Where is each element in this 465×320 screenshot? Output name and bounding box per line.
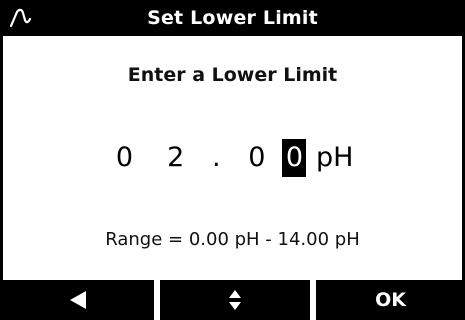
softkey-bar: OK xyxy=(0,280,465,320)
ok-softkey[interactable]: OK xyxy=(316,280,465,320)
decimal-point: . xyxy=(211,142,221,173)
left-arrow-icon xyxy=(70,291,86,309)
digit-2[interactable]: 0 xyxy=(244,139,270,177)
prompt-text: Enter a Lower Limit xyxy=(127,64,338,86)
digit-0[interactable]: 0 xyxy=(111,139,137,177)
range-text: Range = 0.00 pH - 14.00 pH xyxy=(105,229,360,250)
title-bar: Set Lower Limit xyxy=(0,0,465,36)
digit-3-selected[interactable]: 0 xyxy=(282,139,307,177)
limit-value-editor[interactable]: 0 2 . 0 0 pH xyxy=(0,139,465,181)
digit-gap xyxy=(146,139,154,177)
middle-softkey[interactable] xyxy=(160,280,310,320)
unit-label: pH xyxy=(316,142,354,173)
up-down-arrows-icon xyxy=(229,290,241,310)
lower-limit-screen: Set Lower Limit Enter a Lower Limit 0 2 … xyxy=(0,0,465,320)
page-title: Set Lower Limit xyxy=(147,7,318,29)
left-softkey[interactable] xyxy=(0,280,154,320)
digit-1[interactable]: 2 xyxy=(163,139,189,177)
